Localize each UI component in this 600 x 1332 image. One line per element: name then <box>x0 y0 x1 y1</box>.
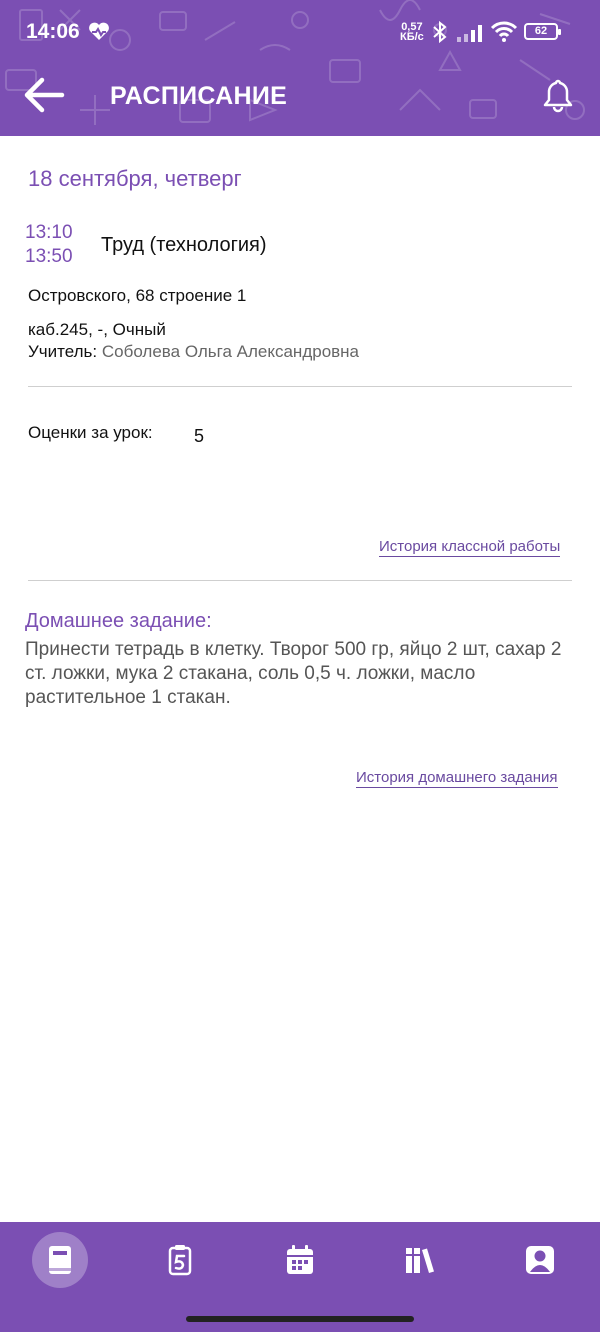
profile-icon <box>526 1246 554 1274</box>
calendar-icon <box>287 1245 313 1274</box>
grades-label: Оценки за урок: <box>28 423 153 442</box>
heart-pulse-icon <box>89 22 109 40</box>
back-arrow-icon[interactable] <box>22 76 66 114</box>
lesson-time-end: 13:50 <box>25 246 73 267</box>
homework-text: Принести тетрадь в клетку. Творог 500 гр… <box>25 639 562 708</box>
bluetooth-icon <box>433 20 447 44</box>
network-speed: 0,57 КБ/с <box>400 22 424 43</box>
status-time: 14:06 <box>26 20 80 43</box>
nav-diary[interactable] <box>32 1232 88 1288</box>
bottom-navigation <box>0 1222 600 1332</box>
bell-icon[interactable] <box>540 76 576 114</box>
divider <box>28 386 572 387</box>
battery-indicator: 62 <box>524 23 561 40</box>
lesson-room: каб.245, -, Очный <box>28 320 166 339</box>
class-work-history-link[interactable]: История классной работы <box>379 538 561 557</box>
homework-title: Домашнее задание: <box>25 610 212 632</box>
teacher-row: Учитель: Соболева Ольга Александровна <box>28 342 359 362</box>
lesson-address: Островского, 68 строение 1 <box>28 286 247 305</box>
nav-grades[interactable] <box>152 1232 208 1288</box>
lesson-time-start: 13:10 <box>25 222 73 243</box>
nav-library[interactable] <box>392 1232 448 1288</box>
wifi-icon <box>490 21 518 42</box>
teacher-label: Учитель: <box>28 342 98 361</box>
grade-value: 5 <box>194 426 205 446</box>
homework-history-link[interactable]: История домашнего задания <box>356 769 558 788</box>
status-bar: 14:06 0,57 КБ/с 62 <box>0 0 600 64</box>
home-indicator[interactable] <box>186 1316 414 1322</box>
diary-book-icon <box>49 1246 71 1274</box>
signal-icon <box>457 25 482 42</box>
teacher-name: Соболева Ольга Александровна <box>101 342 360 361</box>
divider <box>28 580 572 581</box>
lesson-date: 18 сентября, четверг <box>28 166 242 191</box>
network-speed-unit: КБ/с <box>400 31 424 43</box>
grade-five-icon <box>168 1245 192 1276</box>
library-books-icon <box>406 1248 434 1273</box>
lesson-name: Труд (технология) <box>101 234 267 256</box>
nav-profile[interactable] <box>512 1232 568 1288</box>
app-header: 14:06 0,57 КБ/с 62 РАСПИСАНИЕ <box>0 0 600 136</box>
page-title: РАСПИСАНИЕ <box>110 82 288 110</box>
nav-schedule[interactable] <box>272 1232 328 1288</box>
